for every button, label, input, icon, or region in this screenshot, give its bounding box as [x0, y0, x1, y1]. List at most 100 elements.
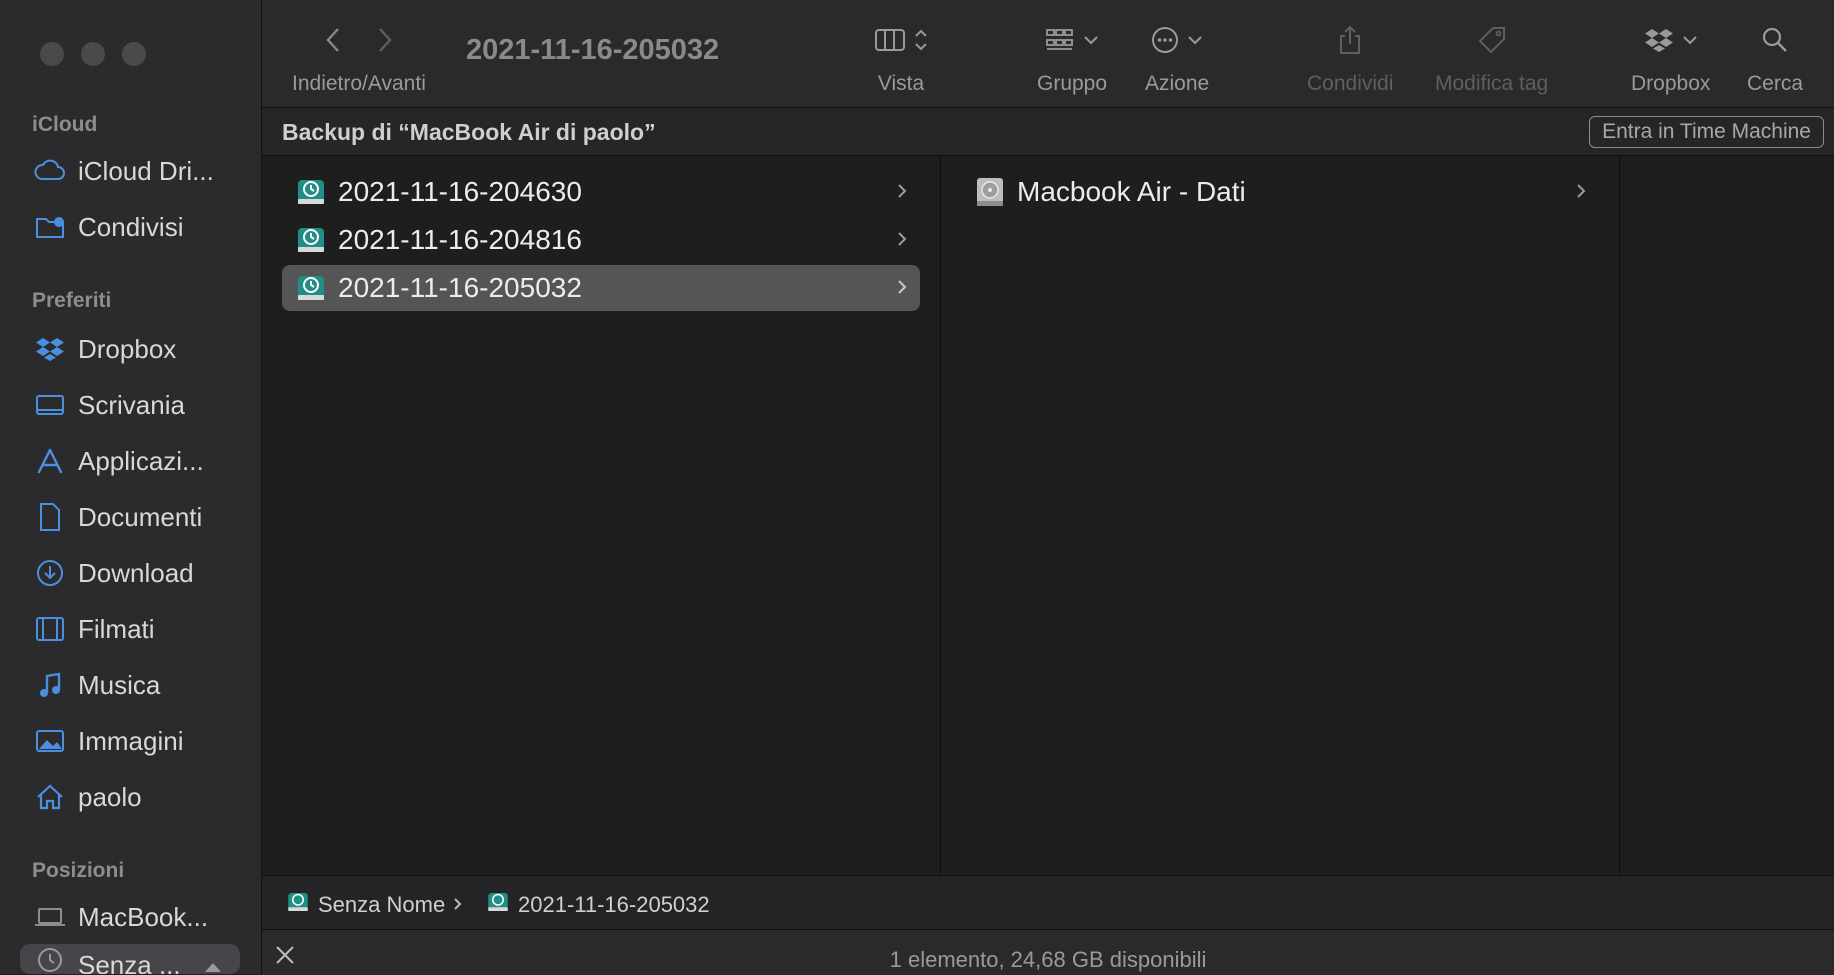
finder-window: iCloud iCloud Dri... Condivisi Preferiti…: [0, 0, 1834, 975]
sidebar-item-label: Dropbox: [78, 333, 177, 364]
sidebar-item-movies[interactable]: Filmati: [34, 609, 155, 649]
edit-tags-button[interactable]: Modifica tag: [1435, 20, 1548, 96]
film-icon: [34, 613, 66, 645]
backup-title: Backup di “MacBook Air di paolo”: [282, 119, 656, 145]
sidebar-item-label: Condivisi: [78, 211, 184, 242]
list-item-label: 2021-11-16-204630: [338, 176, 582, 207]
sidebar-section-locations: Posizioni: [32, 859, 125, 882]
view-label: Vista: [877, 72, 925, 95]
search-label: Cerca: [1747, 72, 1804, 95]
view-button[interactable]: Vista: [874, 20, 928, 96]
sidebar-item-shared[interactable]: Condivisi: [34, 207, 184, 247]
status-text: 1 elemento, 24,68 GB disponibili: [889, 947, 1207, 972]
share-label: Condividi: [1307, 72, 1394, 95]
column-empty: [1620, 156, 1834, 874]
nav-label: Indietro/Avanti: [292, 72, 426, 95]
sidebar-item-dropbox[interactable]: Dropbox: [34, 329, 176, 369]
sidebar-item-label: Senza ...: [78, 950, 181, 974]
time-machine-backup-icon: [294, 271, 328, 305]
group-button[interactable]: Gruppo: [1037, 20, 1107, 96]
cloud-icon: [34, 155, 66, 187]
hard-drive-icon: [973, 175, 1007, 209]
sidebar-item-downloads[interactable]: Download: [34, 553, 194, 593]
sidebar: iCloud iCloud Dri... Condivisi Preferiti…: [0, 0, 262, 974]
sidebar-item-label: Musica: [78, 669, 161, 700]
sidebar-item-home[interactable]: paolo: [34, 777, 142, 817]
chevron-down-icon: [1187, 33, 1203, 51]
sidebar-item-pictures[interactable]: Immagini: [34, 721, 183, 761]
search-button[interactable]: Cerca: [1747, 20, 1803, 96]
back-forward-buttons[interactable]: Indietro/Avanti: [292, 20, 426, 96]
path-item-volume[interactable]: Senza Nome: [286, 890, 463, 920]
chevron-down-icon: [1682, 33, 1698, 51]
sidebar-item-applications[interactable]: Applicazi...: [34, 441, 204, 481]
edit-tags-label: Modifica tag: [1435, 72, 1549, 95]
path-item-backup[interactable]: 2021-11-16-205032: [486, 890, 710, 920]
sidebar-item-documents[interactable]: Documenti: [34, 497, 202, 537]
desktop-icon: [34, 389, 66, 421]
group-grid-icon: [1045, 27, 1075, 58]
window-title: 2021-11-16-205032: [466, 34, 720, 66]
time-machine-backup-icon: [294, 223, 328, 257]
dropbox-icon: [1644, 27, 1674, 58]
chevron-right-icon: [896, 277, 908, 302]
sidebar-item-label: MacBook...: [78, 901, 209, 932]
list-item-selected[interactable]: 2021-11-16-205032: [282, 265, 920, 311]
group-label: Gruppo: [1037, 72, 1108, 95]
sidebar-section-icloud: iCloud: [32, 113, 98, 136]
share-icon: [1337, 25, 1363, 60]
status-bar: 1 elemento, 24,68 GB disponibili: [262, 929, 1834, 975]
sidebar-item-music[interactable]: Musica: [34, 665, 160, 705]
close-window-button[interactable]: [40, 42, 64, 66]
time-machine-backup-icon: [286, 890, 310, 920]
chevron-down-icon: [1083, 33, 1099, 51]
sidebar-item-label: Immagini: [78, 725, 184, 756]
list-item[interactable]: Macbook Air - Dati: [961, 169, 1599, 215]
share-button[interactable]: Condividi: [1307, 20, 1393, 96]
document-icon: [34, 501, 66, 533]
time-machine-backup-icon: [294, 175, 328, 209]
time-machine-backup-icon: [486, 890, 510, 920]
download-icon: [34, 557, 66, 589]
sidebar-item-macbook[interactable]: MacBook...: [34, 897, 208, 937]
window-controls: [40, 42, 146, 66]
tag-icon: [1477, 25, 1507, 60]
chevron-right-icon: [896, 229, 908, 254]
sidebar-section-favorites: Preferiti: [32, 289, 112, 312]
column-backups: 2021-11-16-204630 2021-11-16-204816 2021…: [262, 156, 941, 874]
dropbox-icon: [34, 333, 66, 365]
action-button[interactable]: Azione: [1145, 20, 1209, 96]
list-item[interactable]: 2021-11-16-204816: [282, 217, 920, 263]
dropbox-button[interactable]: Dropbox: [1631, 20, 1710, 96]
search-icon: [1761, 26, 1789, 59]
photo-icon: [34, 725, 66, 757]
list-item[interactable]: 2021-11-16-204630: [282, 169, 920, 215]
music-icon: [34, 669, 66, 701]
sidebar-item-desktop[interactable]: Scrivania: [34, 385, 185, 425]
sidebar-item-label: paolo: [78, 781, 142, 812]
forward-chevron-icon[interactable]: [377, 27, 393, 58]
sidebar-item-time-machine-disk[interactable]: Senza ...: [20, 944, 240, 974]
list-item-label: 2021-11-16-205032: [338, 272, 582, 303]
home-icon: [34, 781, 66, 813]
zoom-window-button[interactable]: [122, 42, 146, 66]
path-item-label: Senza Nome: [318, 892, 446, 917]
time-machine-icon: [34, 944, 66, 974]
minimize-window-button[interactable]: [81, 42, 105, 66]
sidebar-item-icloud-drive[interactable]: iCloud Dri...: [34, 151, 214, 191]
back-chevron-icon[interactable]: [325, 27, 341, 58]
applications-icon: [34, 445, 66, 477]
shared-folder-icon: [34, 211, 66, 243]
laptop-icon: [34, 901, 66, 933]
ellipsis-circle-icon: [1151, 26, 1179, 59]
columns-view-icon: [874, 27, 906, 58]
action-label: Azione: [1145, 72, 1210, 95]
toolbar: Indietro/Avanti 2021-11-16-205032 Vista: [262, 0, 1834, 108]
list-item-label: Macbook Air - Dati: [1017, 176, 1246, 207]
dropbox-label: Dropbox: [1631, 72, 1711, 95]
enter-time-machine-button[interactable]: Entra in Time Machine: [1589, 116, 1824, 148]
sidebar-item-label: Scrivania: [78, 389, 185, 420]
sidebar-item-label: iCloud Dri...: [78, 155, 214, 186]
eject-icon[interactable]: [204, 952, 222, 974]
chevron-right-icon: [1575, 181, 1587, 206]
